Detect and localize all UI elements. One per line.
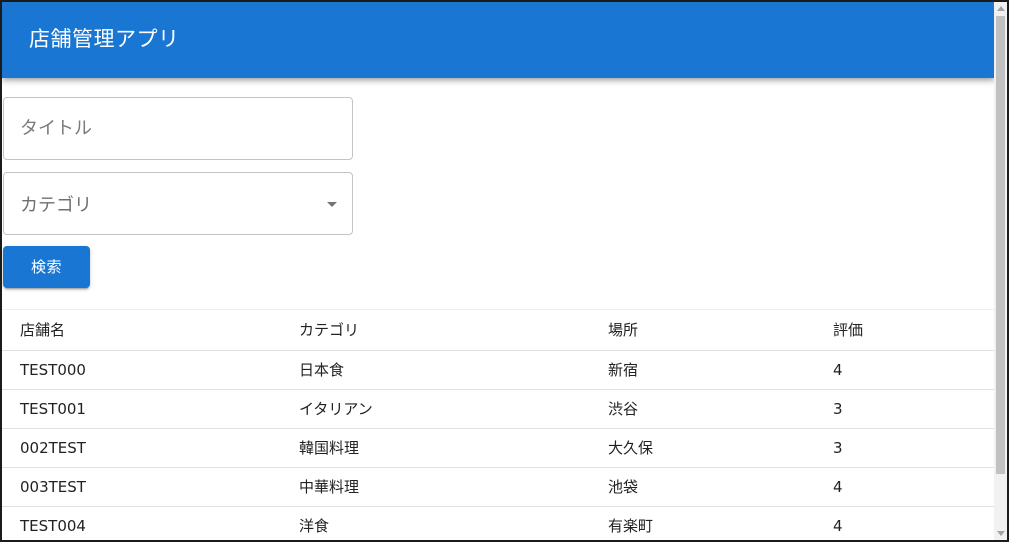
category-cell: 洋食 <box>299 517 330 535</box>
rating-cell: 3 <box>833 439 843 457</box>
app-window: 店舗管理アプリ カテゴリ 検索 店舗名 カテゴリ 場所 評価 TEST000 日… <box>0 0 1009 542</box>
table-row[interactable]: TEST001 イタリアン 渋谷 3 <box>2 390 995 429</box>
store-name-cell: TEST001 <box>20 400 86 418</box>
table-row[interactable]: TEST004 洋食 有楽町 4 <box>2 507 995 540</box>
store-name-cell: TEST004 <box>20 517 86 535</box>
app-title: 店舗管理アプリ <box>29 27 180 51</box>
category-select[interactable]: カテゴリ <box>3 172 353 235</box>
title-input[interactable] <box>20 98 330 159</box>
table-row[interactable]: 003TEST 中華料理 池袋 4 <box>2 468 995 507</box>
rating-cell: 3 <box>833 400 843 418</box>
category-cell: 韓国料理 <box>299 439 360 457</box>
category-cell: イタリアン <box>299 400 373 418</box>
vertical-scrollbar[interactable] <box>994 2 1007 540</box>
scroll-up-arrow-icon[interactable] <box>997 6 1005 11</box>
location-cell: 大久保 <box>608 439 654 457</box>
store-name-cell: 003TEST <box>20 478 86 496</box>
rating-cell: 4 <box>833 361 843 379</box>
column-header-rating[interactable]: 評価 <box>833 310 863 350</box>
search-button[interactable]: 検索 <box>3 246 90 288</box>
category-select-label: カテゴリ <box>20 195 92 216</box>
chevron-down-icon[interactable] <box>327 202 337 207</box>
store-table: 店舗名 カテゴリ 場所 評価 TEST000 日本食 新宿 4 TEST001 … <box>2 309 995 540</box>
scrollbar-thumb[interactable] <box>996 16 1005 474</box>
column-header-category[interactable]: カテゴリ <box>299 310 359 350</box>
title-field[interactable] <box>3 97 353 160</box>
location-cell: 新宿 <box>608 361 639 379</box>
column-header-location[interactable]: 場所 <box>608 310 638 350</box>
location-cell: 有楽町 <box>608 517 654 535</box>
location-cell: 池袋 <box>608 478 639 496</box>
store-name-cell: 002TEST <box>20 439 86 457</box>
app-bar: 店舗管理アプリ <box>2 2 995 78</box>
column-header-store-name[interactable]: 店舗名 <box>20 310 65 350</box>
scroll-down-arrow-icon[interactable] <box>997 531 1005 536</box>
table-header-row: 店舗名 カテゴリ 場所 評価 <box>2 310 995 351</box>
rating-cell: 4 <box>833 478 843 496</box>
store-name-cell: TEST000 <box>20 361 86 379</box>
category-cell: 日本食 <box>299 361 345 379</box>
rating-cell: 4 <box>833 517 843 535</box>
table-row[interactable]: TEST000 日本食 新宿 4 <box>2 351 995 390</box>
location-cell: 渋谷 <box>608 400 639 418</box>
category-cell: 中華料理 <box>299 478 360 496</box>
table-row[interactable]: 002TEST 韓国料理 大久保 3 <box>2 429 995 468</box>
